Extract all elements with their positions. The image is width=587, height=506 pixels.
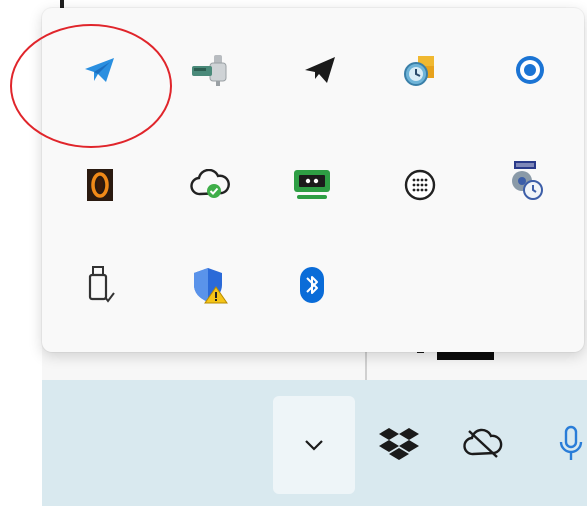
dropbox-icon[interactable] <box>373 418 425 470</box>
clock-sync-icon[interactable] <box>390 40 450 100</box>
cloud-check-icon[interactable] <box>180 155 240 215</box>
highlight-circle <box>10 24 172 148</box>
blue-ring-icon[interactable] <box>500 40 560 100</box>
remote-session-icon[interactable] <box>282 155 342 215</box>
usb-network-adapter-icon[interactable] <box>180 40 240 100</box>
chevron-down-icon <box>304 436 324 455</box>
bluetooth-icon[interactable] <box>282 255 342 315</box>
safely-remove-usb-icon[interactable] <box>70 255 130 315</box>
cloud-offline-icon[interactable] <box>457 418 509 470</box>
keypad-grid-icon[interactable] <box>390 155 450 215</box>
show-hidden-icons-button[interactable] <box>273 396 355 494</box>
telegram-black-icon[interactable] <box>290 40 350 100</box>
dsx-disk-clock-icon[interactable] <box>496 150 556 210</box>
orange-ring-app-icon[interactable] <box>70 155 130 215</box>
microphone-icon[interactable] <box>545 418 587 470</box>
windows-security-warning-icon[interactable] <box>180 255 240 315</box>
